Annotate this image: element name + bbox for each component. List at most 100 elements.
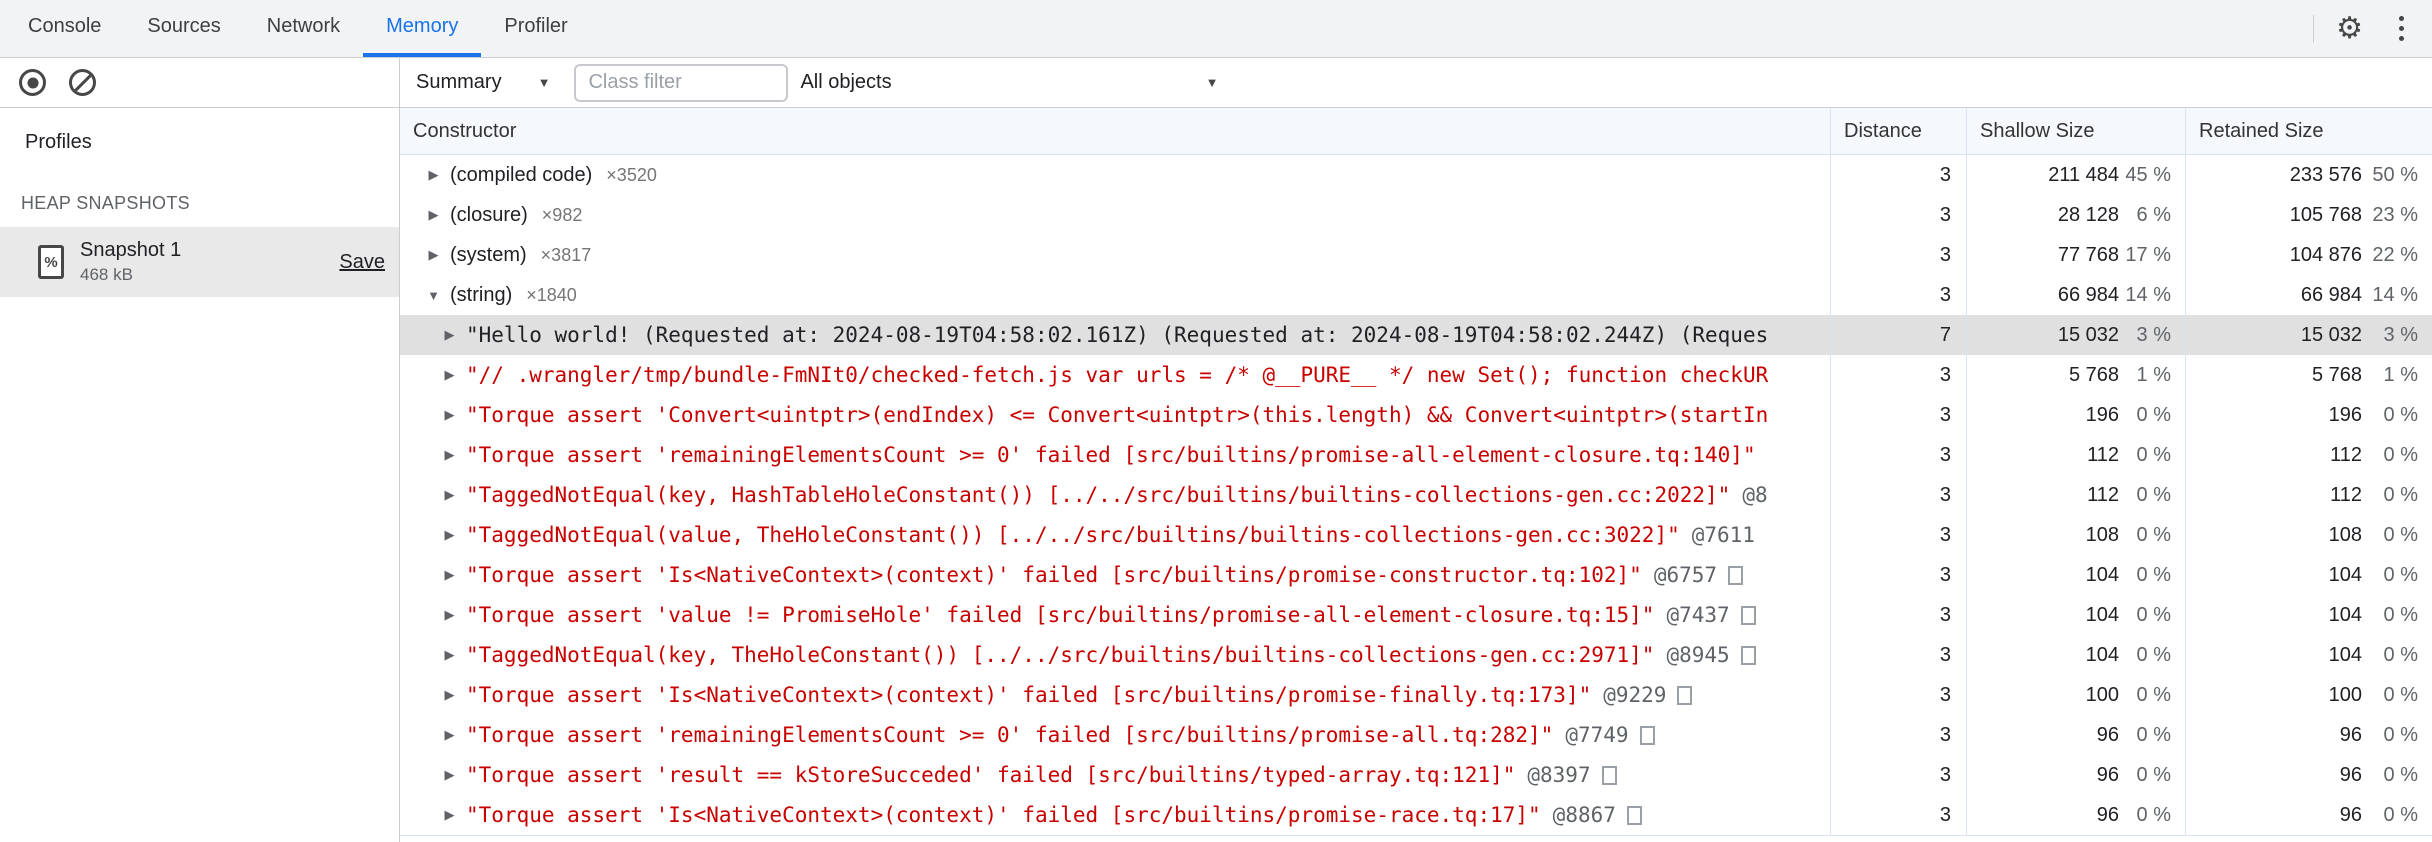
- expand-icon[interactable]: ▶: [426, 167, 441, 183]
- tab-console[interactable]: Console: [5, 0, 124, 57]
- retained-size-value: 112: [2330, 483, 2362, 506]
- retained-size-cell: 15 032 3 %: [2185, 315, 2432, 355]
- shallow-size-percent: 17 %: [2125, 243, 2171, 266]
- column-header-constructor[interactable]: Constructor: [400, 108, 1830, 154]
- column-header-retained-size[interactable]: Retained Size: [2185, 108, 2432, 154]
- retained-size-value: 104 876: [2289, 243, 2362, 266]
- string-value: "Torque assert 'remainingElementsCount >…: [466, 723, 1554, 747]
- retained-size-cell: 104 876 22 %: [2185, 235, 2432, 275]
- retained-size-value: 105 768: [2289, 203, 2362, 226]
- distance-cell: 3: [1830, 195, 1966, 235]
- expand-icon[interactable]: ▶: [442, 487, 457, 503]
- expand-icon[interactable]: ▶: [426, 207, 441, 223]
- clear-profiles-icon[interactable]: [69, 69, 96, 96]
- retained-size-percent: 3 %: [2383, 323, 2418, 346]
- table-row[interactable]: ▶ "Torque assert 'remainingElementsCount …: [400, 435, 2432, 475]
- table-row[interactable]: ▶ "TaggedNotEqual(key, HashTableHoleConst…: [400, 475, 2432, 515]
- table-row[interactable]: ▶ "Torque assert 'value != PromiseHole' f…: [400, 595, 2432, 635]
- object-id: @7749: [1565, 723, 1629, 747]
- objects-filter-select[interactable]: All objects ▼: [800, 71, 1218, 94]
- retained-size-percent: 50 %: [2372, 163, 2418, 186]
- retained-size-value: 108: [2328, 523, 2362, 546]
- table-row[interactable]: ▶ "Torque assert 'Is<NativeContext>(conte…: [400, 795, 2432, 835]
- expand-icon[interactable]: ▶: [442, 767, 457, 783]
- table-row[interactable]: ▶ "Torque assert 'Is<NativeContext>(conte…: [400, 555, 2432, 595]
- constructor-cell: ▶ "TaggedNotEqual(key, HashTableHoleConst…: [400, 475, 1830, 515]
- expand-icon[interactable]: ▶: [442, 647, 457, 663]
- class-filter-input[interactable]: [574, 63, 789, 102]
- expand-icon[interactable]: ▶: [442, 527, 457, 543]
- sidebar-item-snapshot-1[interactable]: % Snapshot 1 468 kB Save: [0, 227, 399, 297]
- distance-cell: 3: [1830, 395, 1966, 435]
- expand-icon[interactable]: ▶: [442, 607, 457, 623]
- view-mode-select[interactable]: Summary ▼: [416, 71, 550, 94]
- column-header-shallow-size[interactable]: Shallow Size: [1966, 108, 2185, 154]
- constructor-cell: ▶ "Torque assert 'remainingElementsCount …: [400, 715, 1830, 755]
- object-ref-icon: [1728, 565, 1744, 585]
- table-row[interactable]: ▶ "TaggedNotEqual(key, TheHoleConstant())…: [400, 635, 2432, 675]
- retained-size-cell: 104 0 %: [2185, 595, 2432, 635]
- expand-icon[interactable]: ▶: [442, 567, 457, 583]
- tab-memory[interactable]: Memory: [363, 0, 482, 57]
- expand-icon[interactable]: ▶: [426, 247, 441, 263]
- shallow-size-value: 28 128: [2057, 203, 2119, 226]
- object-id: @9229: [1603, 683, 1667, 707]
- retained-size-value: 196: [2328, 403, 2362, 426]
- object-id: @7437: [1666, 603, 1730, 627]
- column-header-distance[interactable]: Distance: [1830, 108, 1966, 154]
- toolbar-divider: [2313, 14, 2315, 43]
- settings-gear-icon[interactable]: ⚙: [2336, 13, 2363, 44]
- table-row[interactable]: ▶ "Torque assert 'result == kStoreSuccede…: [400, 755, 2432, 795]
- shallow-size-percent: 0 %: [2136, 483, 2171, 506]
- shallow-size-percent: 0 %: [2136, 523, 2171, 546]
- shallow-size-cell: 28 128 6 %: [1966, 195, 2185, 235]
- more-options-kebab-icon[interactable]: [2395, 12, 2408, 45]
- shallow-size-cell: 96 0 %: [1966, 715, 2185, 755]
- panel-tab-bar: Console Sources Network Memory Profiler ⚙: [0, 0, 2432, 58]
- shallow-size-value: 96: [2096, 763, 2119, 786]
- table-row[interactable]: ▶ "Torque assert 'Is<NativeContext>(conte…: [400, 675, 2432, 715]
- save-snapshot-link[interactable]: Save: [339, 251, 385, 274]
- expand-icon[interactable]: ▶: [442, 327, 457, 343]
- tab-sources[interactable]: Sources: [124, 0, 243, 57]
- expand-icon[interactable]: ▶: [442, 687, 457, 703]
- table-row[interactable]: ▶ "// .wrangler/tmp/bundle-FmNIt0/checked…: [400, 355, 2432, 395]
- retained-size-value: 96: [2339, 803, 2362, 826]
- object-id: @8397: [1527, 763, 1591, 787]
- table-row[interactable]: ▶ "Hello world! (Requested at: 2024-08-19…: [400, 315, 2432, 355]
- table-row[interactable]: ▶ "TaggedNotEqual(value, TheHoleConstant(…: [400, 515, 2432, 555]
- distance-cell: 3: [1830, 675, 1966, 715]
- expand-icon[interactable]: ▶: [442, 407, 457, 423]
- object-id: @7611: [1691, 523, 1755, 547]
- tab-profiler[interactable]: Profiler: [481, 0, 590, 57]
- table-row[interactable]: ▶ (compiled code) ×3520 3 211 484 45 % 233 576…: [400, 155, 2432, 195]
- shallow-size-cell: 5 768 1 %: [1966, 355, 2185, 395]
- table-row[interactable]: ▶ "Torque assert 'Convert<uintptr>(endInd…: [400, 395, 2432, 435]
- string-value: "Torque assert 'Convert<uintptr>(endInde…: [466, 403, 1769, 427]
- shallow-size-cell: 100 0 %: [1966, 675, 2185, 715]
- expand-icon[interactable]: ▶: [442, 807, 457, 823]
- shallow-size-cell: 104 0 %: [1966, 635, 2185, 675]
- record-snapshot-icon[interactable]: [19, 69, 46, 96]
- table-row[interactable]: ▼ (string) ×1840 3 66 984 14 % 66 984 14 %: [400, 275, 2432, 315]
- object-id: @8: [1742, 483, 1768, 507]
- expand-icon[interactable]: ▶: [442, 367, 457, 383]
- table-row[interactable]: ▶ (closure) ×982 3 28 128 6 % 105 768 23 %: [400, 195, 2432, 235]
- shallow-size-value: 104: [2085, 563, 2119, 586]
- retained-size-cell: 100 0 %: [2185, 675, 2432, 715]
- shallow-size-percent: 0 %: [2136, 403, 2171, 426]
- table-row[interactable]: ▶ "Torque assert 'remainingElementsCount …: [400, 715, 2432, 755]
- expand-icon[interactable]: ▶: [442, 727, 457, 743]
- retained-size-cell: 96 0 %: [2185, 715, 2432, 755]
- distance-cell: 3: [1830, 795, 1966, 835]
- memory-toolbar: Summary ▼ All objects ▼: [0, 58, 2432, 108]
- retained-size-value: 15 032: [2300, 323, 2362, 346]
- shallow-size-value: 104: [2085, 643, 2119, 666]
- retained-size-cell: 104 0 %: [2185, 555, 2432, 595]
- retained-size-cell: 112 0 %: [2185, 435, 2432, 475]
- tab-network[interactable]: Network: [244, 0, 363, 57]
- constructor-cell: ▶ (compiled code) ×3520: [400, 155, 1830, 195]
- expand-icon[interactable]: ▶: [442, 447, 457, 463]
- table-row[interactable]: ▶ (system) ×3817 3 77 768 17 % 104 876 22 %: [400, 235, 2432, 275]
- collapse-icon[interactable]: ▼: [426, 288, 441, 303]
